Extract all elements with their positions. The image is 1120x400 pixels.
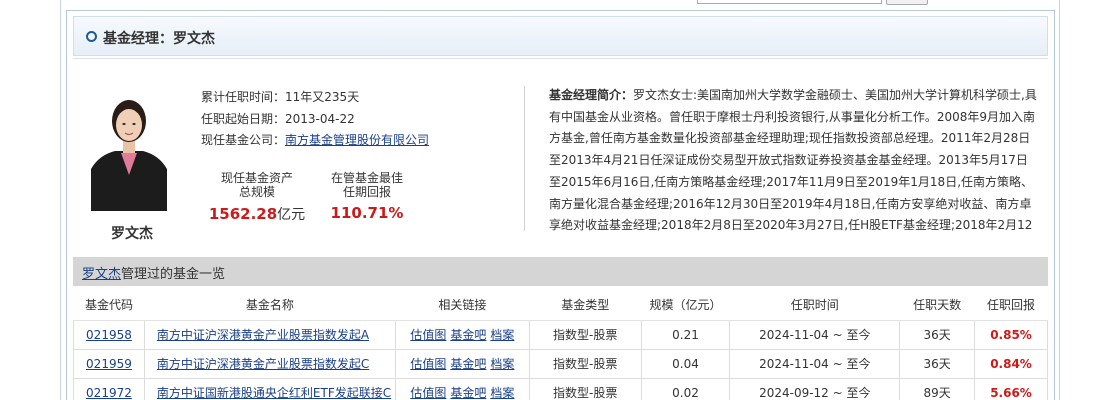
fund-days-cell: 36天 <box>899 348 976 379</box>
fund-profile-link[interactable]: 档案 <box>490 386 514 400</box>
manager-bio: 基金经理简介：罗文杰女士:美国南加州大学数学金融硕士、美国加州大学计算机科学硕士… <box>549 85 1039 239</box>
valuation-chart-link[interactable]: 估值图 <box>410 328 446 342</box>
best-return-value: 110.71% <box>330 204 404 222</box>
col-header-days: 任职天数 <box>899 290 975 321</box>
fund-period-cell: 2024-09-12 ~ 至今 <box>729 377 901 400</box>
best-return-label-line-2: 任期回报 <box>342 185 391 199</box>
valuation-chart-link[interactable]: 估值图 <box>410 386 446 400</box>
col-header-code: 基金代码 <box>73 290 145 321</box>
fund-links-cell: 估值图 基金吧 档案 <box>394 348 530 379</box>
page-title: 基金经理：罗文杰 <box>103 31 215 47</box>
start-date-line: 任职起始日期：2013-04-22 <box>201 110 355 127</box>
fund-name-cell: 南方中证沪深港黄金产业股票指数发起A <box>143 319 396 350</box>
col-header-links: 相关链接 <box>395 290 530 321</box>
tenure-line: 累计任职时间：11年又235天 <box>201 88 359 105</box>
col-header-size: 规模（亿元） <box>641 290 730 321</box>
fund-list-title-suffix: 管理过的基金一览 <box>121 267 226 282</box>
table-header-row: 基金代码 基金名称 相关链接 基金类型 规模（亿元） 任职时间 任职天数 任职回… <box>73 290 1048 321</box>
col-header-name: 基金名称 <box>144 290 396 321</box>
assets-number: 1562.28 <box>208 205 278 223</box>
fund-days-cell: 89天 <box>899 377 976 400</box>
fund-code-link[interactable]: 021959 <box>86 357 132 371</box>
fund-forum-link[interactable]: 基金吧 <box>450 357 486 371</box>
fund-period-cell: 2024-11-04 ~ 至今 <box>729 348 901 379</box>
fund-name-link[interactable]: 南方中证沪深港黄金产业股票指数发起C <box>157 357 369 371</box>
fund-name-cell: 南方中证沪深港黄金产业股票指数发起C <box>143 348 396 379</box>
fund-days-cell: 36天 <box>899 319 976 350</box>
bio-label: 基金经理简介： <box>549 88 634 102</box>
manager-name: 罗文杰 <box>111 226 153 242</box>
fund-code-cell: 021959 <box>73 348 145 379</box>
avatar <box>91 91 167 211</box>
start-date-value: 2013-04-22 <box>285 112 355 126</box>
fund-code-cell: 021972 <box>73 377 145 400</box>
assets-unit: 亿元 <box>277 207 306 223</box>
assets-label-line-2: 总规模 <box>238 185 275 199</box>
fund-name-link[interactable]: 南方中证国新港股通央企红利ETF发起联接C <box>157 386 391 400</box>
valuation-chart-link[interactable]: 估值图 <box>410 357 446 371</box>
search-button[interactable] <box>886 0 928 5</box>
tenure-value: 11年又235天 <box>285 90 360 104</box>
fund-return-cell: 0.85% <box>974 319 1048 350</box>
manager-panel: 基金经理：罗文杰 罗文杰 累计任职时间：11年又235天 任职起始日期：2013… <box>66 10 1055 400</box>
fund-list-title: 罗文杰管理过的基金一览 <box>82 263 225 282</box>
col-header-type: 基金类型 <box>529 290 642 321</box>
company-label: 现任基金公司： <box>201 133 286 147</box>
fund-name-cell: 南方中证国新港股通央企红利ETF发起联接C <box>143 377 396 400</box>
fund-profile-link[interactable]: 档案 <box>490 328 514 342</box>
col-header-period: 任职时间 <box>729 290 900 321</box>
fund-code-cell: 021958 <box>73 319 145 350</box>
fund-profile-link[interactable]: 档案 <box>490 357 514 371</box>
bio-text: 罗文杰女士:美国南加州大学数学金融硕士、美国加州大学计算机科学硕士,具有中国基金… <box>549 88 1037 233</box>
circle-bullet-icon <box>86 31 97 42</box>
fund-size-cell: 0.04 <box>640 348 731 379</box>
best-return-label-line-1: 在管基金最佳 <box>330 171 403 185</box>
fund-type-cell: 指数型-股票 <box>528 377 642 400</box>
fund-size-cell: 0.21 <box>640 319 731 350</box>
assets-label-line-1: 现任基金资产 <box>220 171 293 185</box>
fund-type-cell: 指数型-股票 <box>528 348 642 379</box>
fund-links-cell: 估值图 基金吧 档案 <box>394 377 530 400</box>
manager-name-link[interactable]: 罗文杰 <box>82 267 121 282</box>
avatar-photo-icon <box>91 91 167 211</box>
panel-header: 基金经理：罗文杰 <box>73 16 1048 56</box>
search-input[interactable] <box>697 0 882 4</box>
start-date-label: 任职起始日期： <box>201 112 286 126</box>
fund-list-bar: 罗文杰管理过的基金一览 <box>73 257 1048 286</box>
table-row: 021959 南方中证沪深港黄金产业股票指数发起C 估值图 基金吧 档案 指数型-股… <box>73 348 1048 379</box>
fund-forum-link[interactable]: 基金吧 <box>450 386 486 400</box>
fund-code-link[interactable]: 021958 <box>86 328 132 342</box>
fund-size-cell: 0.02 <box>640 377 731 400</box>
vertical-divider <box>524 86 525 231</box>
fund-type-cell: 指数型-股票 <box>528 319 642 350</box>
header-divider <box>73 58 1048 59</box>
fund-table: 基金代码 基金名称 相关链接 基金类型 规模（亿元） 任职时间 任职天数 任职回… <box>73 290 1048 400</box>
fund-return-cell: 5.66% <box>974 377 1048 400</box>
fund-code-link[interactable]: 021972 <box>86 386 132 400</box>
assets-value: 1562.28亿元 <box>197 204 317 224</box>
best-return-label: 在管基金最佳 任期回报 <box>322 171 412 199</box>
fund-return-cell: 0.84% <box>974 348 1048 379</box>
table-row: 021958 南方中证沪深港黄金产业股票指数发起A 估值图 基金吧 档案 指数型-股… <box>73 319 1048 350</box>
company-line: 现任基金公司：南方基金管理股份有限公司 <box>201 131 429 148</box>
col-header-return: 任职回报 <box>974 290 1048 321</box>
fund-period-cell: 2024-11-04 ~ 至今 <box>729 319 901 350</box>
fund-forum-link[interactable]: 基金吧 <box>450 328 486 342</box>
company-link[interactable]: 南方基金管理股份有限公司 <box>285 133 429 147</box>
assets-label: 现任基金资产 总规模 <box>212 171 302 199</box>
table-row: 021972 南方中证国新港股通央企红利ETF发起联接C 估值图 基金吧 档案 指数… <box>73 377 1048 400</box>
fund-name-link[interactable]: 南方中证沪深港黄金产业股票指数发起A <box>157 328 369 342</box>
tenure-label: 累计任职时间： <box>201 90 286 104</box>
fund-links-cell: 估值图 基金吧 档案 <box>394 319 530 350</box>
